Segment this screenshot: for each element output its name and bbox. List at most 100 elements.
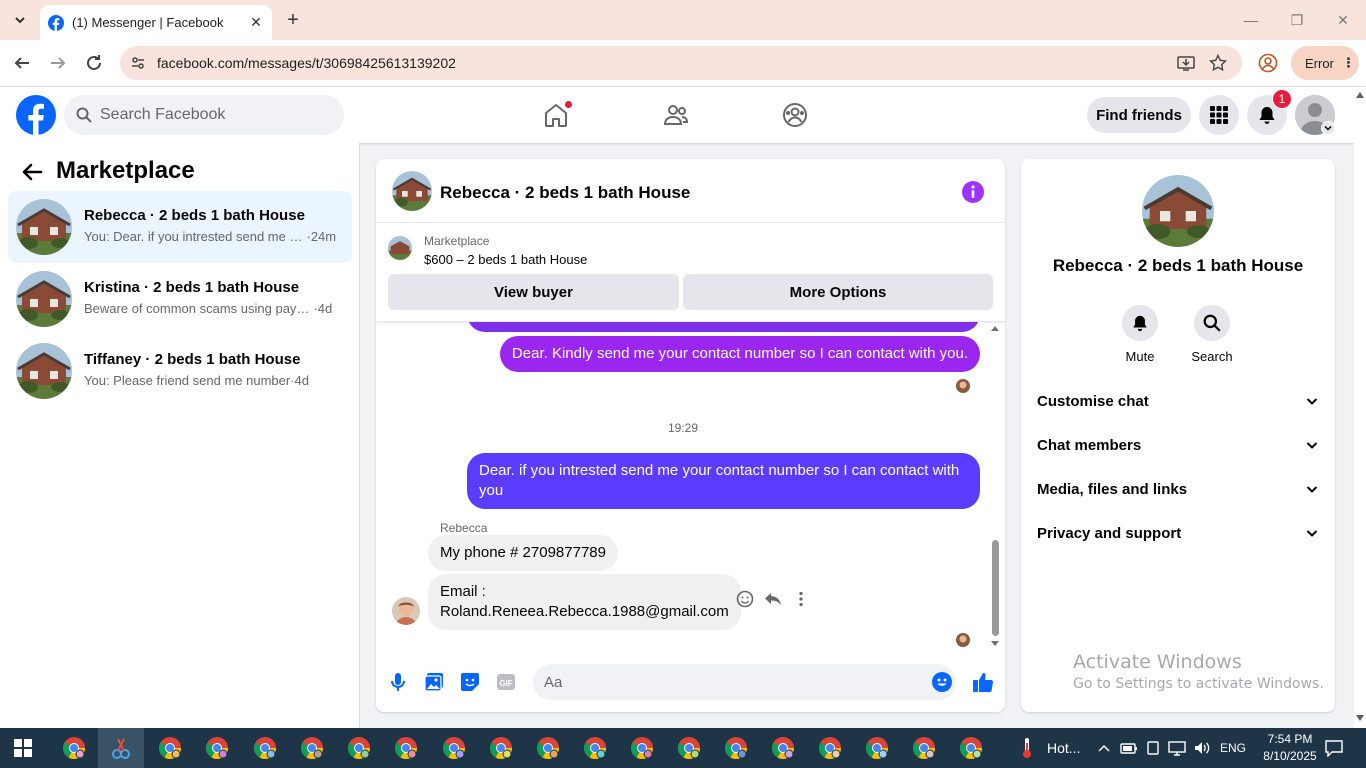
marketplace-title: Marketplace (56, 157, 195, 184)
taskbar-chrome-icon[interactable] (51, 728, 97, 768)
tab-search-button[interactable] (8, 8, 32, 32)
forward-button[interactable] (46, 51, 70, 75)
volume-icon[interactable] (1193, 740, 1211, 756)
search-in-chat-button[interactable]: Search (1182, 305, 1242, 364)
taskbar-chrome-icon[interactable] (525, 728, 571, 768)
scroll-up-arrow-icon[interactable] (990, 324, 1000, 332)
listing-price[interactable]: $600 – 2 beds 1 bath House (424, 252, 587, 267)
attach-photo-button[interactable] (422, 670, 446, 694)
new-tab-button[interactable]: + (282, 9, 304, 31)
taskbar-chrome-icon[interactable] (760, 728, 806, 768)
customise-chat-section[interactable]: Customise chat (1029, 379, 1327, 423)
taskbar-chrome-icon[interactable] (383, 728, 429, 768)
back-arrow-icon[interactable] (20, 160, 44, 184)
find-friends-button[interactable]: Find friends (1087, 97, 1191, 133)
start-button[interactable] (0, 728, 46, 768)
chat-house-avatar[interactable] (392, 171, 432, 211)
react-emoji-icon[interactable] (735, 589, 755, 609)
address-bar[interactable]: facebook.com/messages/t/3069842561313920… (120, 46, 1242, 80)
voice-clip-button[interactable] (386, 670, 410, 694)
scroll-up-arrow-icon[interactable] (1356, 91, 1364, 98)
taskbar-chrome-icon[interactable] (431, 728, 477, 768)
taskbar-chrome-icon[interactable] (901, 728, 947, 768)
bookmark-star-icon[interactable] (1208, 53, 1228, 73)
conversation-item[interactable]: Rebecca · 2 beds 1 bath House You: Dear.… (8, 191, 352, 263)
outgoing-message[interactable]: Dear. if you intrested send me your cont… (467, 453, 980, 509)
network-icon[interactable] (1168, 740, 1186, 756)
media-files-links-section[interactable]: Media, files and links (1029, 467, 1327, 511)
taskbar-chrome-icon[interactable] (572, 728, 618, 768)
groups-nav-button[interactable] (779, 99, 811, 131)
device-icon[interactable] (1146, 740, 1160, 756)
notification-center-icon[interactable] (1324, 739, 1344, 757)
privacy-support-section[interactable]: Privacy and support (1029, 511, 1327, 555)
incoming-message[interactable]: My phone # 2709877789 (428, 535, 618, 571)
taskbar-chrome-icon[interactable] (807, 728, 853, 768)
clock[interactable]: 7:54 PM 8/10/2025 (1260, 731, 1320, 765)
view-buyer-button[interactable]: View buyer (388, 274, 679, 310)
close-window-button[interactable]: ✕ (1320, 0, 1366, 40)
conversation-item[interactable]: Kristina · 2 beds 1 bath House Beware of… (8, 263, 352, 335)
taskbar-chrome-icon[interactable] (194, 728, 240, 768)
emoji-icon[interactable] (932, 672, 952, 692)
chevron-down-icon (1306, 398, 1318, 405)
scroll-thumb[interactable] (992, 540, 999, 636)
facebook-search-input[interactable]: Search Facebook (64, 95, 344, 135)
taskbar-chrome-icon[interactable] (666, 728, 712, 768)
back-button[interactable] (10, 51, 34, 75)
chat-title[interactable]: Rebecca · 2 beds 1 bath House (440, 183, 690, 203)
weather-text[interactable]: Hot... (1047, 740, 1080, 756)
taskbar-chrome-icon[interactable] (478, 728, 524, 768)
scroll-down-arrow-icon[interactable] (1356, 715, 1364, 722)
outgoing-message[interactable]: Dear. Kindly send me your contact number… (499, 336, 980, 372)
mute-button[interactable]: Mute (1110, 305, 1170, 364)
more-actions-icon[interactable] (791, 589, 811, 609)
install-app-icon[interactable] (1176, 53, 1196, 73)
tab-close-icon[interactable]: ✕ (248, 14, 264, 31)
minimize-button[interactable]: — (1228, 0, 1274, 40)
clock-time: 7:54 PM (1267, 732, 1313, 746)
account-caret-icon[interactable] (1321, 121, 1335, 135)
svg-text:GIF: GIF (499, 679, 512, 688)
taskbar-chrome-icon[interactable] (289, 728, 335, 768)
gif-icon: GIF (497, 674, 515, 690)
gif-button[interactable]: GIF (494, 670, 518, 694)
language-indicator[interactable]: ENG (1220, 741, 1246, 755)
restore-button[interactable]: ❐ (1274, 0, 1320, 40)
friends-nav-button[interactable] (660, 99, 692, 131)
taskbar-chrome-icon[interactable] (713, 728, 759, 768)
profile-icon[interactable] (1256, 51, 1280, 75)
facebook-logo-icon[interactable] (16, 95, 56, 135)
info-icon[interactable] (962, 181, 984, 203)
like-send-button[interactable] (971, 670, 995, 694)
menu-button[interactable] (1199, 95, 1239, 135)
taskbar-chrome-icon[interactable] (147, 728, 193, 768)
sender-avatar[interactable] (392, 597, 420, 625)
reply-icon[interactable] (763, 589, 783, 609)
chat-members-section[interactable]: Chat members (1029, 423, 1327, 467)
chevron-up-icon[interactable] (1098, 743, 1110, 753)
taskbar-chrome-icon[interactable] (336, 728, 382, 768)
message-line: you (479, 482, 504, 499)
message-input[interactable]: Aa (533, 664, 956, 700)
taskbar-snipping-tool-icon[interactable] (98, 728, 144, 768)
conversation-name: Tiffaney · 2 beds 1 bath House (84, 351, 301, 368)
battery-icon[interactable] (1120, 740, 1138, 756)
bell-icon (1259, 107, 1275, 124)
reload-button[interactable] (82, 51, 106, 75)
weather-thermometer-icon[interactable] (1017, 737, 1037, 759)
scroll-down-arrow-icon[interactable] (990, 640, 1000, 648)
conversation-item[interactable]: Tiffaney · 2 beds 1 bath House You: Plea… (8, 335, 352, 407)
browser-tab[interactable]: (1) Messenger | Facebook ✕ (40, 5, 272, 40)
sticker-button[interactable] (458, 670, 482, 694)
taskbar-chrome-icon[interactable] (242, 728, 288, 768)
taskbar-chrome-icon[interactable] (948, 728, 994, 768)
taskbar-chrome-icon[interactable] (854, 728, 900, 768)
profile-error-button[interactable]: Error ⋮ (1291, 46, 1359, 80)
incoming-message[interactable]: Email : Roland.Reneea.Rebecca.1988@gmail… (428, 574, 741, 630)
more-options-button[interactable]: More Options (683, 274, 993, 310)
section-label: Privacy and support (1037, 524, 1182, 542)
taskbar-chrome-icon[interactable] (619, 728, 665, 768)
site-info-icon[interactable] (128, 53, 148, 73)
page-scrollbar[interactable] (1354, 87, 1366, 728)
